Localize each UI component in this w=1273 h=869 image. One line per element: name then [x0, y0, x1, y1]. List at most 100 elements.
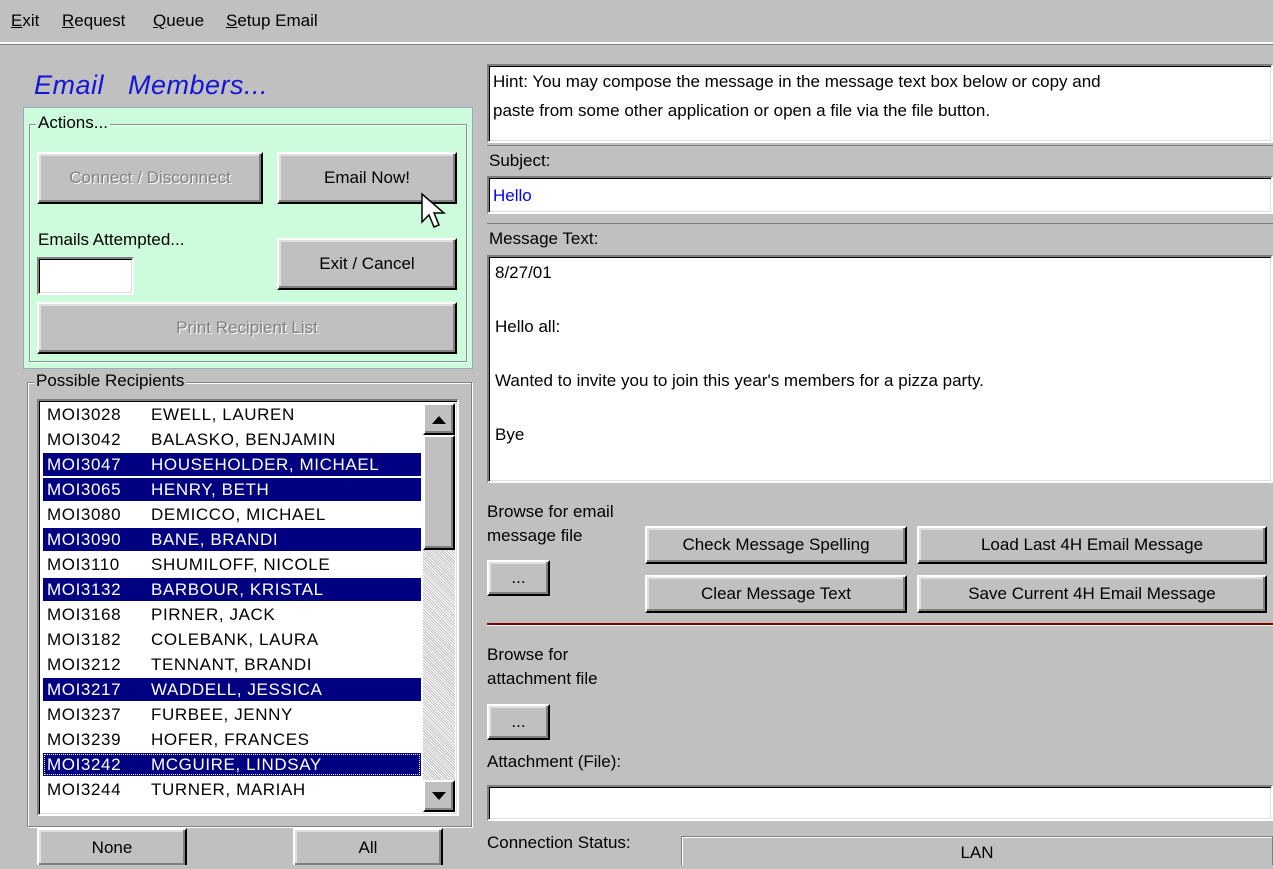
select-none-button[interactable]: None — [37, 828, 187, 865]
message-line: Hello all: — [495, 317, 561, 336]
section-separator — [487, 623, 1273, 626]
scroll-up-button[interactable] — [423, 403, 455, 435]
recipient-name: BANE, BRANDI — [151, 530, 279, 549]
list-item[interactable]: MOI3047 HOUSEHOLDER, MICHAEL — [43, 453, 421, 476]
browse-attachment-button[interactable]: ... — [487, 704, 550, 740]
list-item[interactable]: MOI3217 WADDELL, JESSICA — [43, 678, 421, 701]
attachment-label: Attachment (File): — [487, 752, 622, 771]
recipient-id: MOI3217 — [47, 680, 122, 699]
exit-cancel-button[interactable]: Exit / Cancel — [277, 238, 457, 290]
emails-attempted-field — [37, 257, 134, 295]
menu-bar: Exit Request Queue Setup Email — [0, 0, 1273, 44]
list-item[interactable]: MOI3244 TURNER, MARIAH — [43, 778, 421, 801]
list-item[interactable]: MOI3239 HOFER, FRANCES — [43, 728, 421, 751]
recipient-id: MOI3028 — [47, 405, 122, 424]
browse-attachment-label-line2: attachment file — [487, 669, 598, 688]
browse-message-button[interactable]: ... — [487, 560, 550, 596]
recipient-name: EWELL, LAUREN — [151, 405, 295, 424]
select-all-button[interactable]: All — [293, 828, 443, 865]
subject-value: Hello — [493, 186, 532, 205]
recipient-name: HOFER, FRANCES — [151, 730, 310, 749]
recipient-id: MOI3239 — [47, 730, 122, 749]
clear-message-button[interactable]: Clear Message Text — [645, 575, 907, 613]
browse-message-label-line1: Browse for email — [487, 502, 614, 521]
menu-exit[interactable]: Exit — [11, 11, 39, 31]
hint-line-1: Hint: You may compose the message in the… — [493, 72, 1101, 91]
browse-attachment-label-line1: Browse for — [487, 645, 569, 664]
recipient-name: SHUMILOFF, NICOLE — [151, 555, 331, 574]
recipients-scrollbar[interactable] — [423, 403, 455, 812]
recipient-name: HENRY, BETH — [151, 480, 270, 499]
list-item[interactable]: MOI3080 DEMICCO, MICHAEL — [43, 503, 421, 526]
recipient-id: MOI3132 — [47, 580, 122, 599]
recipients-group-label: Possible Recipients — [34, 371, 187, 391]
list-item[interactable]: MOI3090 BANE, BRANDI — [43, 528, 421, 551]
recipient-id: MOI3042 — [47, 430, 122, 449]
message-text-label: Message Text: — [487, 223, 1273, 253]
recipient-name: BARBOUR, KRISTAL — [151, 580, 324, 599]
arrow-up-icon — [432, 415, 446, 424]
list-item[interactable]: MOI3212 TENNANT, BRANDI — [43, 653, 421, 676]
menu-setup-email[interactable]: Setup Email — [226, 11, 318, 31]
recipient-id: MOI3244 — [47, 780, 122, 799]
arrow-down-icon — [432, 791, 446, 800]
list-item[interactable]: MOI3042 BALASKO, BENJAMIN — [43, 428, 421, 451]
recipient-name: COLEBANK, LAURA — [151, 630, 319, 649]
attachment-input[interactable] — [487, 785, 1273, 821]
scroll-thumb[interactable] — [423, 435, 455, 550]
recipients-list[interactable]: MOI3028 EWELL, LAUREN MOI3042 BALASKO, BENJ… — [37, 399, 459, 816]
save-current-message-button[interactable]: Save Current 4H Email Message — [917, 575, 1267, 613]
recipient-id: MOI3168 — [47, 605, 122, 624]
check-spelling-button[interactable]: Check Message Spelling — [645, 526, 907, 564]
message-textarea[interactable]: 8/27/01 Hello all: Wanted to invite you to… — [487, 255, 1273, 483]
recipient-id: MOI3047 — [47, 455, 122, 474]
list-item[interactable]: MOI3065 HENRY, BETH — [43, 478, 421, 501]
recipient-name: TURNER, MARIAH — [151, 780, 306, 799]
load-last-message-button[interactable]: Load Last 4H Email Message — [917, 526, 1267, 564]
menu-request[interactable]: Request — [62, 11, 125, 31]
recipient-name: FURBEE, JENNY — [151, 705, 293, 724]
recipient-id: MOI3090 — [47, 530, 122, 549]
recipient-name: HOUSEHOLDER, MICHAEL — [151, 455, 380, 474]
recipient-name: WADDELL, JESSICA — [151, 680, 323, 699]
hint-box: Hint: You may compose the message in the… — [487, 64, 1273, 143]
recipient-id: MOI3237 — [47, 705, 122, 724]
menu-queue[interactable]: Queue — [153, 11, 204, 31]
browse-message-label: Browse for email message file — [487, 500, 614, 548]
browse-message-label-line2: message file — [487, 526, 583, 545]
recipient-name: BALASKO, BENJAMIN — [151, 430, 336, 449]
recipient-id: MOI3182 — [47, 630, 122, 649]
browse-attachment-label: Browse for attachment file — [487, 643, 598, 691]
subject-input[interactable]: Hello — [487, 176, 1273, 214]
recipient-id: MOI3242 — [47, 755, 122, 774]
list-item[interactable]: MOI3110 SHUMILOFF, NICOLE — [43, 553, 421, 576]
print-recipient-list-button[interactable]: Print Recipient List — [37, 302, 457, 354]
hint-line-2: paste from some other application or ope… — [493, 101, 991, 120]
recipient-id: MOI3080 — [47, 505, 122, 524]
list-item[interactable]: MOI3242 MCGUIRE, LINDSAY — [43, 753, 421, 776]
list-item[interactable]: MOI3237 FURBEE, JENNY — [43, 703, 421, 726]
connection-status-value: LAN — [681, 836, 1273, 865]
recipient-name: DEMICCO, MICHAEL — [151, 505, 326, 524]
message-line: Bye — [495, 425, 525, 444]
window-title: Email Members... — [34, 70, 269, 100]
subject-label: Subject: — [487, 145, 1273, 175]
emails-attempted-label: Emails Attempted... — [38, 230, 185, 249]
actions-group-label: Actions... — [36, 113, 110, 133]
recipient-id: MOI3110 — [47, 555, 120, 574]
mouse-cursor-icon — [421, 192, 447, 228]
recipient-id: MOI3065 — [47, 480, 122, 499]
connect-disconnect-button[interactable]: Connect / Disconnect — [37, 152, 263, 204]
recipient-id: MOI3212 — [47, 655, 122, 674]
recipient-name: PIRNER, JACK — [151, 605, 276, 624]
message-line: Wanted to invite you to join this year's… — [495, 371, 984, 390]
connection-status-label: Connection Status: — [487, 833, 631, 852]
list-item[interactable]: MOI3028 EWELL, LAUREN — [43, 403, 421, 426]
scroll-down-button[interactable] — [423, 780, 455, 812]
list-item[interactable]: MOI3168 PIRNER, JACK — [43, 603, 421, 626]
list-item[interactable]: MOI3132 BARBOUR, KRISTAL — [43, 578, 421, 601]
message-line: 8/27/01 — [495, 263, 552, 282]
recipient-name: TENNANT, BRANDI — [151, 655, 313, 674]
list-item[interactable]: MOI3182 COLEBANK, LAURA — [43, 628, 421, 651]
recipient-name: MCGUIRE, LINDSAY — [151, 755, 322, 774]
